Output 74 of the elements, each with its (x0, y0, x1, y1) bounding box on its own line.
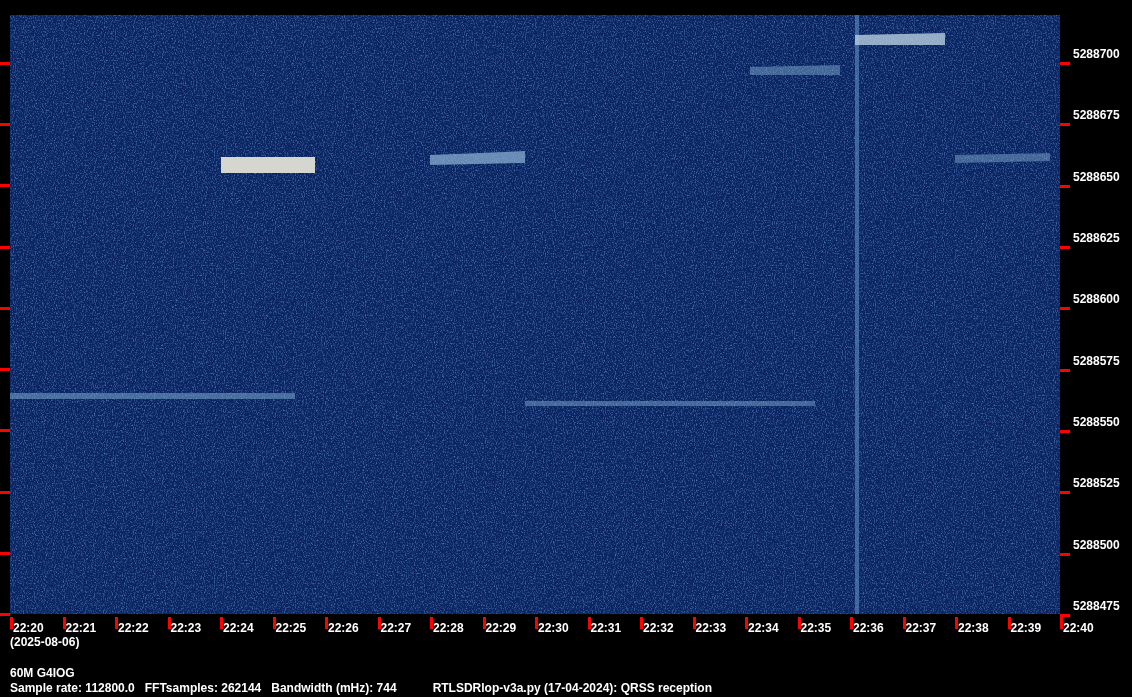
axis-tick (0, 306, 10, 310)
time-label: 22:20 (13, 621, 44, 635)
station-label: 60M G4IOG (9, 666, 76, 680)
frequency-label: 5288525 (1073, 476, 1120, 491)
time-label: 22:22 (118, 621, 149, 635)
axis-tick (692, 617, 696, 629)
axis-tick (1060, 552, 1070, 556)
axis-tick (535, 617, 538, 629)
axis-tick (0, 490, 10, 494)
axis-tick (0, 551, 10, 555)
time-label: 22:34 (748, 621, 779, 635)
time-label: 22:37 (905, 621, 937, 635)
axis-tick (1060, 368, 1070, 372)
axis-tick (62, 617, 66, 629)
info-text: RTLSDRlop-v3a.py (17-04-2024): QRSS reception (432, 680, 713, 696)
axis-tick (167, 617, 171, 629)
time-label: 22:21 (65, 621, 97, 635)
info-text: FFTsamples: 262144 (144, 680, 262, 696)
frequency-label: 5288550 (1073, 414, 1120, 429)
axis-tick (430, 617, 433, 629)
time-label: 22:31 (590, 621, 622, 635)
date-label: (2025-08-06) (9, 635, 81, 649)
axis-tick (1060, 123, 1070, 127)
axis-tick (220, 617, 223, 629)
axis-tick (0, 184, 10, 188)
axis-tick (0, 62, 10, 65)
time-label: 22:36 (853, 621, 884, 635)
axis-tick (272, 617, 276, 629)
axis-tick (1060, 491, 1070, 495)
time-label: 22:25 (275, 621, 307, 635)
frequency-label: 5288475 (1073, 598, 1120, 613)
axis-tick (1007, 617, 1011, 629)
time-label: 22:39 (1010, 621, 1042, 635)
time-label: 22:27 (380, 621, 412, 635)
frequency-label: 5288575 (1073, 353, 1120, 368)
frequency-label: 5288625 (1073, 231, 1120, 245)
time-label: 22:23 (170, 621, 202, 635)
axis-tick (0, 368, 10, 372)
axis-tick (325, 617, 328, 629)
frequency-label: 5288500 (1073, 537, 1120, 552)
axis-tick (0, 123, 10, 127)
frequency-label: 5288700 (1073, 47, 1120, 61)
time-label: 22:30 (538, 621, 569, 635)
time-label: 22:35 (800, 621, 832, 635)
axis-tick (797, 617, 801, 629)
axis-tick (850, 617, 853, 629)
time-label: 22:38 (958, 621, 989, 635)
axis-tick (0, 245, 10, 249)
frequency-label: 5288675 (1073, 108, 1120, 123)
axis-tick (115, 617, 118, 629)
axis-tick (955, 617, 958, 629)
time-label: 22:33 (695, 621, 727, 635)
axis-tick (1060, 429, 1070, 433)
frequency-label: 5288650 (1073, 169, 1120, 184)
axis-tick (482, 617, 486, 629)
axis-tick (745, 617, 748, 629)
axis-tick (902, 617, 906, 629)
axis-tick (1060, 62, 1070, 65)
time-label: 22:40 (1063, 621, 1094, 635)
time-label: 22:32 (643, 621, 674, 635)
axis-tick (0, 429, 10, 433)
axis-tick (1060, 307, 1070, 311)
time-label: 22:26 (328, 621, 359, 635)
time-label: 22:24 (223, 621, 254, 635)
axis-tick (1060, 184, 1070, 188)
axis-tick (1060, 246, 1070, 249)
info-text: Sample rate: 112800.0 (10, 680, 135, 696)
info-text: Bandwidth (mHz): 744 (271, 680, 397, 696)
time-label: 22:28 (433, 621, 464, 635)
axis-tick (640, 617, 643, 629)
axis-tick (587, 617, 591, 629)
axis-tick (377, 617, 381, 629)
time-label: 22:29 (485, 621, 517, 635)
frequency-label: 5288600 (1073, 292, 1120, 307)
